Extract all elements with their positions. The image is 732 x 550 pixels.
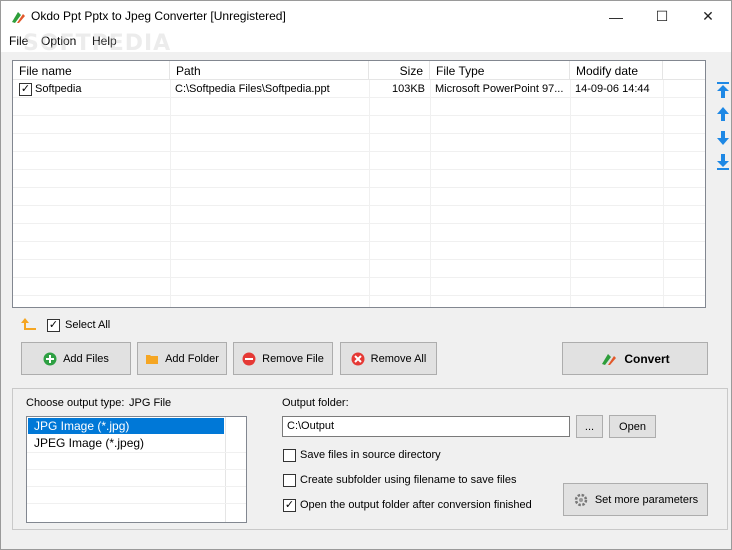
cell-file-name: Softpedia bbox=[35, 83, 82, 95]
output-folder-label: Output folder: bbox=[282, 397, 349, 409]
status-bar bbox=[1, 538, 731, 550]
close-button[interactable]: ✕ bbox=[685, 1, 731, 32]
move-top-icon[interactable] bbox=[715, 81, 731, 99]
minimize-icon: — bbox=[609, 8, 623, 25]
add-files-button[interactable]: Add Files bbox=[21, 342, 131, 375]
column-filler bbox=[663, 61, 705, 80]
cell-size: 103KB bbox=[391, 83, 425, 95]
remove-file-label: Remove File bbox=[262, 352, 324, 365]
move-bottom-icon[interactable] bbox=[715, 153, 731, 171]
set-more-parameters-label: Set more parameters bbox=[594, 493, 699, 506]
list-item[interactable]: JPEG Image (*.jpeg) bbox=[28, 435, 224, 451]
save-in-source-label: Save files in source directory bbox=[300, 449, 441, 461]
select-all-checkbox[interactable]: ✓ bbox=[47, 319, 60, 332]
add-folder-button[interactable]: Add Folder bbox=[137, 342, 227, 375]
app-window: Okdo Ppt Pptx to Jpeg Converter [Unregis… bbox=[0, 0, 732, 550]
window-title: Okdo Ppt Pptx to Jpeg Converter [Unregis… bbox=[31, 9, 286, 23]
select-all-label: Select All bbox=[65, 319, 111, 331]
output-type-list[interactable]: JPG Image (*.jpg) JPEG Image (*.jpeg) bbox=[26, 416, 247, 523]
column-file-type[interactable]: File Type bbox=[430, 61, 570, 80]
gear-icon bbox=[574, 493, 588, 506]
column-path[interactable]: Path bbox=[170, 61, 369, 80]
softpedia-watermark: SOFTPEDIA bbox=[23, 31, 172, 56]
cell-path: C:\Softpedia Files\Softpedia.ppt bbox=[175, 83, 330, 95]
file-list-header: File name Path Size File Type Modify dat… bbox=[13, 61, 705, 80]
maximize-icon: ☐ bbox=[655, 8, 669, 24]
add-files-label: Add Files bbox=[63, 352, 109, 365]
output-folder-field[interactable]: C:\Output bbox=[282, 416, 570, 437]
list-item[interactable]: JPG Image (*.jpg) bbox=[28, 418, 224, 434]
close-icon: ✕ bbox=[702, 8, 714, 24]
list-column-divider bbox=[225, 417, 226, 522]
output-type-value: JPG File bbox=[129, 397, 172, 409]
open-output-folder-checkbox[interactable]: ✓ bbox=[283, 499, 296, 512]
remove-all-icon bbox=[351, 352, 365, 365]
file-list[interactable]: File name Path Size File Type Modify dat… bbox=[12, 60, 706, 308]
set-more-parameters-button[interactable]: Set more parameters bbox=[563, 483, 708, 516]
row-checkbox[interactable]: ✓ bbox=[19, 83, 32, 96]
open-button[interactable]: Open bbox=[609, 415, 656, 438]
app-logo-icon bbox=[12, 12, 25, 23]
column-file-name[interactable]: File name bbox=[13, 61, 170, 80]
remove-file-button[interactable]: Remove File bbox=[233, 342, 333, 375]
remove-icon bbox=[242, 352, 256, 365]
move-up-icon[interactable] bbox=[715, 105, 731, 123]
maximize-button[interactable]: ☐ bbox=[639, 1, 685, 32]
cell-modify-date: 14-09-06 14:44 bbox=[575, 83, 650, 95]
create-subfolder-checkbox[interactable] bbox=[283, 474, 296, 487]
save-in-source-checkbox[interactable] bbox=[283, 449, 296, 462]
up-level-icon[interactable] bbox=[20, 317, 38, 331]
remove-all-label: Remove All bbox=[370, 352, 427, 365]
create-subfolder-label: Create subfolder using filename to save … bbox=[300, 474, 517, 486]
convert-button[interactable]: Convert bbox=[562, 342, 708, 375]
minimize-button[interactable]: — bbox=[593, 1, 639, 32]
title-bar: Okdo Ppt Pptx to Jpeg Converter [Unregis… bbox=[1, 1, 731, 32]
cell-file-type: Microsoft PowerPoint 97... bbox=[435, 83, 564, 95]
open-output-folder-label: Open the output folder after conversion … bbox=[300, 499, 532, 511]
add-icon bbox=[43, 352, 57, 365]
convert-icon bbox=[602, 353, 617, 365]
column-modify-date[interactable]: Modify date bbox=[570, 61, 663, 80]
grid-lines bbox=[13, 80, 705, 307]
move-down-icon[interactable] bbox=[715, 129, 731, 147]
convert-label: Convert bbox=[624, 351, 670, 366]
column-size[interactable]: Size bbox=[369, 61, 430, 80]
add-folder-label: Add Folder bbox=[165, 352, 219, 365]
output-type-label: Choose output type: bbox=[26, 397, 125, 409]
folder-icon bbox=[146, 354, 159, 364]
remove-all-button[interactable]: Remove All bbox=[340, 342, 437, 375]
browse-button[interactable]: ... bbox=[576, 415, 603, 438]
